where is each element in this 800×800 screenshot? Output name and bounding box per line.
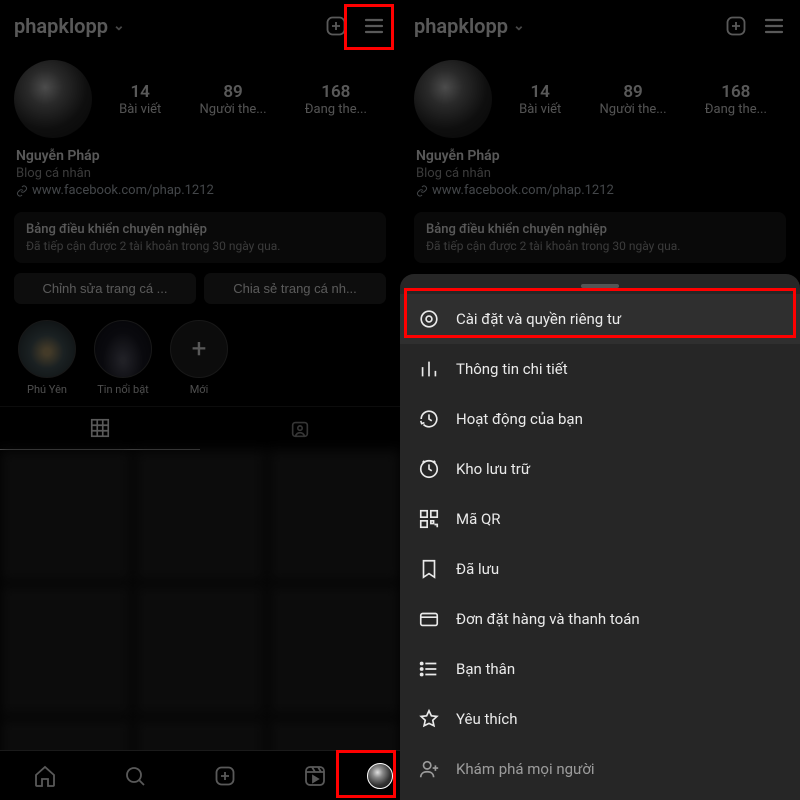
menu-item-settings[interactable]: Cài đặt và quyền riêng tư: [400, 294, 800, 344]
list-icon: [418, 658, 440, 680]
archive-icon: [418, 458, 440, 480]
nav-home-icon[interactable]: [25, 756, 65, 796]
menu-item-close-friends[interactable]: Bạn thân: [400, 644, 800, 694]
menu-screen: phapklopp ⌄ 14Bài viết 89Người the... 16…: [400, 0, 800, 800]
bio-link[interactable]: www.facebook.com/phap.1212: [16, 183, 384, 198]
create-icon[interactable]: [724, 14, 748, 38]
avatar[interactable]: [14, 60, 92, 138]
menu-item-archive[interactable]: Kho lưu trữ: [400, 444, 800, 494]
chevron-down-icon: ⌄: [113, 18, 125, 34]
bio-category: Blog cá nhân: [16, 166, 384, 181]
chevron-down-icon: ⌄: [513, 18, 525, 34]
sheet-handle[interactable]: [581, 284, 619, 288]
username-switcher[interactable]: phapklopp ⌄: [14, 14, 125, 38]
post-thumb[interactable]: [0, 584, 132, 716]
stat-followers[interactable]: 89Người the...: [598, 82, 669, 117]
posts-grid: [0, 450, 400, 800]
nav-create-icon[interactable]: [205, 756, 245, 796]
star-icon: [418, 708, 440, 730]
post-thumb[interactable]: [268, 584, 400, 716]
link-icon: [416, 185, 428, 197]
stat-posts[interactable]: 14Bài viết: [517, 82, 563, 117]
bar-chart-icon: [418, 358, 440, 380]
profile-header: phapklopp ⌄: [400, 0, 800, 52]
menu-item-qr[interactable]: Mã QR: [400, 494, 800, 544]
username: phapklopp: [14, 14, 108, 38]
qr-icon: [418, 508, 440, 530]
story-highlights: Phú Yên Tin nổi bật + Mới: [0, 304, 400, 406]
card-icon: [418, 608, 440, 630]
highlight-thumb: [94, 320, 152, 378]
highlight-item[interactable]: Phú Yên: [18, 320, 76, 396]
hamburger-menu-icon[interactable]: [762, 14, 786, 38]
menu-item-activity[interactable]: Hoạt động của bạn: [400, 394, 800, 444]
avatar[interactable]: [414, 60, 492, 138]
discover-icon: [418, 758, 440, 780]
bio-name: Nguyễn Pháp: [16, 148, 384, 164]
menu-item-favorites[interactable]: Yêu thích: [400, 694, 800, 744]
stat-following[interactable]: 168Đang the...: [703, 82, 769, 117]
tab-tagged[interactable]: [200, 407, 400, 450]
tab-grid[interactable]: [0, 407, 200, 450]
menu-item-saved[interactable]: Đã lưu: [400, 544, 800, 594]
clock-icon: [418, 408, 440, 430]
bio: Nguyễn Pháp Blog cá nhân www.facebook.co…: [0, 146, 400, 200]
highlight-add[interactable]: + Mới: [170, 320, 228, 396]
plus-icon: +: [170, 320, 228, 378]
profile-stats-row: 14 Bài viết 89 Người the... 168 Đang the…: [0, 52, 400, 146]
bio-link[interactable]: www.facebook.com/phap.1212: [416, 183, 784, 198]
profile-screen: phapklopp ⌄ 14 Bài viết 89 Người the... …: [0, 0, 400, 800]
highlight-item[interactable]: Tin nổi bật: [94, 320, 152, 396]
nav-profile-avatar[interactable]: [360, 756, 400, 796]
create-icon[interactable]: [324, 14, 348, 38]
share-profile-button[interactable]: Chia sẻ trang cá nh...: [204, 273, 386, 304]
menu-item-discover[interactable]: Khám phá mọi người: [400, 744, 800, 794]
post-thumb[interactable]: [134, 450, 266, 582]
gear-icon: [418, 308, 440, 330]
hamburger-menu-icon[interactable]: [362, 14, 386, 38]
profile-tabs: [0, 406, 400, 450]
stat-followers[interactable]: 89 Người the...: [198, 82, 269, 117]
menu-item-orders[interactable]: Đơn đặt hàng và thanh toán: [400, 594, 800, 644]
edit-profile-button[interactable]: Chỉnh sửa trang cá ...: [14, 273, 196, 304]
pro-dashboard-card[interactable]: Bảng điều khiển chuyên nghiệp Đã tiếp cậ…: [414, 212, 786, 263]
bottom-nav: [0, 750, 400, 800]
menu-sheet: Cài đặt và quyền riêng tư Thông tin chi …: [400, 274, 800, 800]
link-icon: [16, 185, 28, 197]
stat-following[interactable]: 168 Đang the...: [303, 82, 369, 117]
menu-item-insights[interactable]: Thông tin chi tiết: [400, 344, 800, 394]
post-thumb[interactable]: [268, 450, 400, 582]
username-switcher[interactable]: phapklopp ⌄: [414, 14, 525, 38]
stat-posts[interactable]: 14 Bài viết: [117, 82, 163, 117]
highlight-thumb: [18, 320, 76, 378]
post-thumb[interactable]: [0, 450, 132, 582]
nav-search-icon[interactable]: [115, 756, 155, 796]
post-thumb[interactable]: [134, 584, 266, 716]
bookmark-icon: [418, 558, 440, 580]
profile-header: phapklopp ⌄: [0, 0, 400, 52]
nav-reels-icon[interactable]: [295, 756, 335, 796]
pro-dashboard-card[interactable]: Bảng điều khiển chuyên nghiệp Đã tiếp cậ…: [14, 212, 386, 263]
username: phapklopp: [414, 14, 508, 38]
